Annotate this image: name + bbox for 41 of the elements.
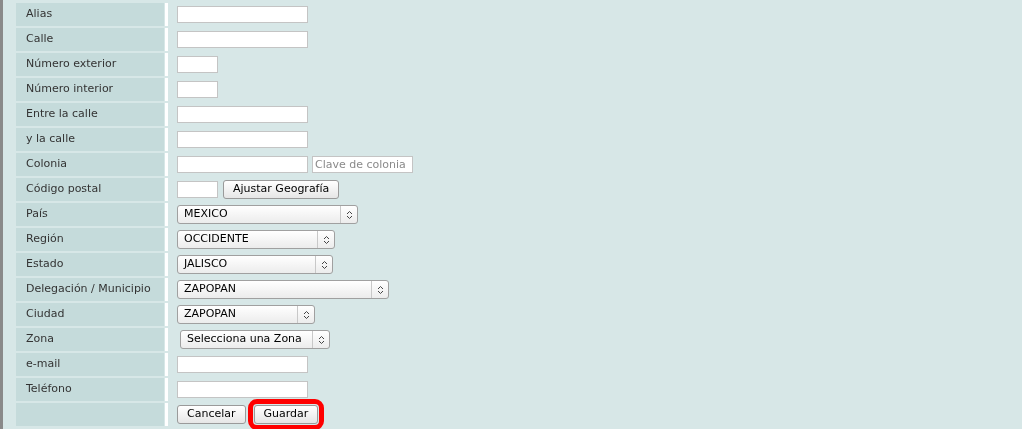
label-cell: Zona <box>16 328 164 351</box>
text-field[interactable]: Clave de colonia <box>312 156 413 173</box>
text-field[interactable] <box>177 106 308 123</box>
label-cell: Número exterior <box>16 53 164 76</box>
dropdown[interactable]: ZAPOPAN <box>177 280 389 299</box>
label-cell: Delegación / Municipio <box>16 278 164 301</box>
dropdown[interactable]: MEXICO <box>177 205 358 224</box>
form-button[interactable]: Cancelar <box>177 405 246 424</box>
text-field[interactable] <box>177 181 218 198</box>
label-cell: Código postal <box>16 178 164 201</box>
label-cell: Colonia <box>16 153 164 176</box>
text-field[interactable] <box>177 6 308 23</box>
dropdown[interactable]: JALISCO <box>177 255 333 274</box>
up-down-chevron-icon <box>322 234 330 245</box>
label-cell: Entre la calle <box>16 103 164 126</box>
dropdown[interactable]: Selecciona una Zona <box>180 330 330 349</box>
up-down-chevron-icon <box>317 334 325 345</box>
text-field[interactable] <box>177 156 308 173</box>
text-field[interactable] <box>177 31 308 48</box>
label-cell: País <box>16 203 164 226</box>
label-cell: Estado <box>16 253 164 276</box>
dropdown[interactable]: ZAPOPAN <box>177 305 315 324</box>
label-cell: Número interior <box>16 78 164 101</box>
label-cell: Calle <box>16 28 164 51</box>
text-field[interactable] <box>177 81 218 98</box>
adjust-button[interactable]: Ajustar Geografía <box>223 180 340 199</box>
label-cell: Alias <box>16 3 164 26</box>
up-down-chevron-icon <box>345 209 353 220</box>
text-field[interactable] <box>177 381 308 398</box>
label-cell: Ciudad <box>16 303 164 326</box>
label-cell: Región <box>16 228 164 251</box>
up-down-chevron-icon <box>376 284 384 295</box>
text-field[interactable] <box>177 356 308 373</box>
label-cell: y la calle <box>16 128 164 151</box>
text-field[interactable] <box>177 56 218 73</box>
up-down-chevron-icon <box>302 309 310 320</box>
text-field[interactable] <box>177 131 308 148</box>
up-down-chevron-icon <box>320 259 328 270</box>
label-cell: e-mail <box>16 353 164 376</box>
dropdown[interactable]: OCCIDENTE <box>177 230 335 249</box>
label-cell: Teléfono <box>16 378 164 401</box>
